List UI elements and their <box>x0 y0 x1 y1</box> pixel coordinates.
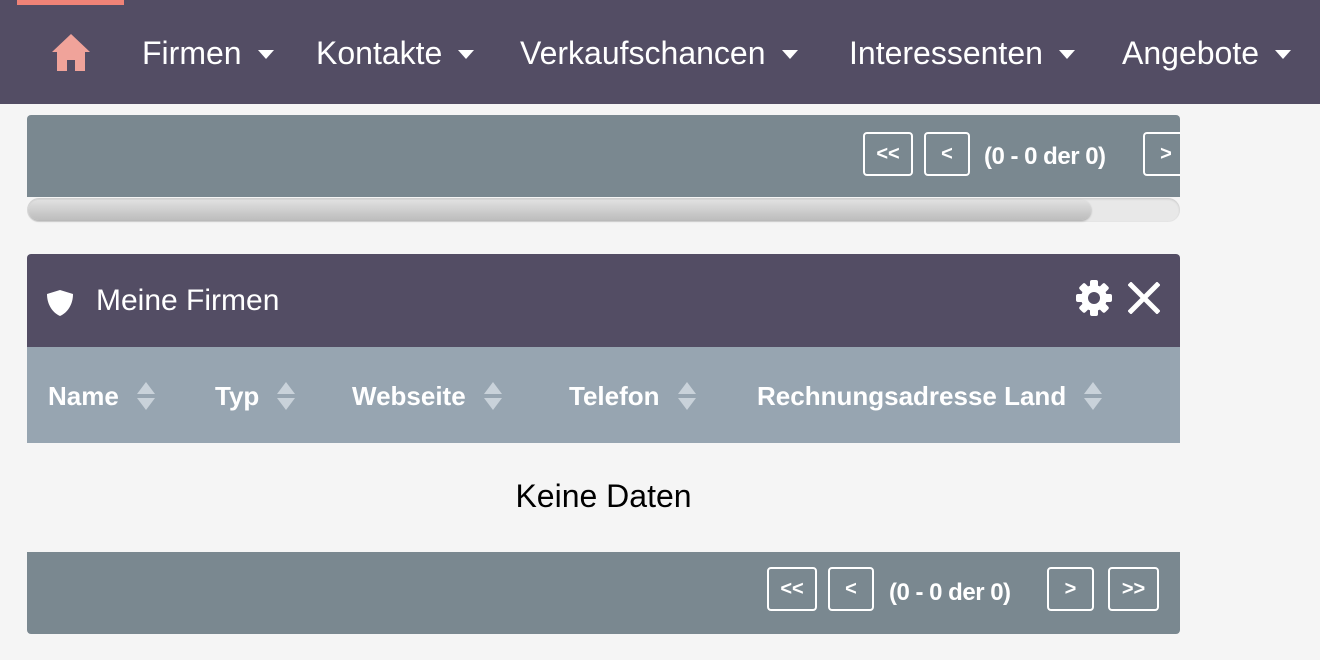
sort-icon <box>677 382 696 410</box>
prev-page-button[interactable]: < <box>828 567 874 611</box>
upper-pagination-bar: << < (0 - 0 der 0) > <box>27 115 1180 197</box>
first-page-button[interactable]: << <box>767 567 817 611</box>
column-header-label: Webseite <box>352 380 466 411</box>
pagination-info: (0 - 0 der 0) <box>984 143 1106 170</box>
column-header-webseite[interactable]: Webseite <box>352 379 502 413</box>
chevron-down-icon <box>257 50 274 59</box>
dashlet-header: Meine Firmen <box>27 254 1180 347</box>
empty-state-message: Keine Daten <box>515 478 692 514</box>
column-header-name[interactable]: Name <box>48 379 155 413</box>
nav-item-label: Firmen <box>142 34 242 71</box>
prev-page-button[interactable]: < <box>924 132 970 176</box>
dashlet-title: Meine Firmen <box>96 284 280 317</box>
column-header-label: Telefon <box>569 380 660 411</box>
lower-pagination-bar: << < (0 - 0 der 0) > >> <box>27 552 1180 634</box>
nav-item-label: Verkaufschancen <box>520 34 766 71</box>
chevron-down-icon <box>781 50 798 59</box>
home-icon[interactable] <box>50 31 92 73</box>
last-page-button[interactable]: >> <box>1108 567 1159 611</box>
nav-item-verkaufschancen[interactable]: Verkaufschancen <box>520 32 798 74</box>
nav-item-angebote[interactable]: Angebote <box>1122 32 1292 74</box>
sort-icon <box>1084 382 1103 410</box>
column-header-label: Name <box>48 380 119 411</box>
nav-item-kontakte[interactable]: Kontakte <box>316 32 475 74</box>
first-page-button[interactable]: << <box>863 132 913 176</box>
nav-item-interessenten[interactable]: Interessenten <box>849 32 1075 74</box>
sort-icon <box>483 382 502 410</box>
sort-icon <box>136 382 155 410</box>
pagination-info: (0 - 0 der 0) <box>889 579 1011 606</box>
column-header-label: Rechnungsadresse Land <box>757 380 1067 411</box>
nav-item-firmen[interactable]: Firmen <box>142 32 274 74</box>
table-header-row: Name Typ Webseite Telefon Rechnungsadres… <box>27 347 1180 443</box>
column-header-telefon[interactable]: Telefon <box>569 379 696 413</box>
column-header-label: Typ <box>215 380 260 411</box>
nav-item-label: Interessenten <box>849 34 1043 71</box>
active-tab-accent <box>17 0 124 5</box>
chevron-down-icon <box>458 50 475 59</box>
scrollbar-thumb[interactable] <box>29 200 1091 220</box>
column-header-typ[interactable]: Typ <box>215 379 296 413</box>
sort-icon <box>277 382 296 410</box>
chevron-down-icon <box>1275 50 1292 59</box>
top-navigation-bar: Firmen Kontakte Verkaufschancen Interess… <box>0 0 1320 104</box>
column-header-rechnungsadresse-land[interactable]: Rechnungsadresse Land <box>757 379 1103 413</box>
nav-item-label: Kontakte <box>316 34 443 71</box>
nav-item-label: Angebote <box>1122 34 1260 71</box>
chevron-down-icon <box>1058 50 1075 59</box>
shield-icon <box>47 290 73 316</box>
horizontal-scrollbar[interactable] <box>27 198 1180 222</box>
close-icon[interactable] <box>1128 282 1160 314</box>
next-page-button[interactable]: > <box>1047 567 1094 611</box>
next-page-button[interactable]: > <box>1143 132 1180 176</box>
gear-icon[interactable] <box>1075 279 1113 317</box>
